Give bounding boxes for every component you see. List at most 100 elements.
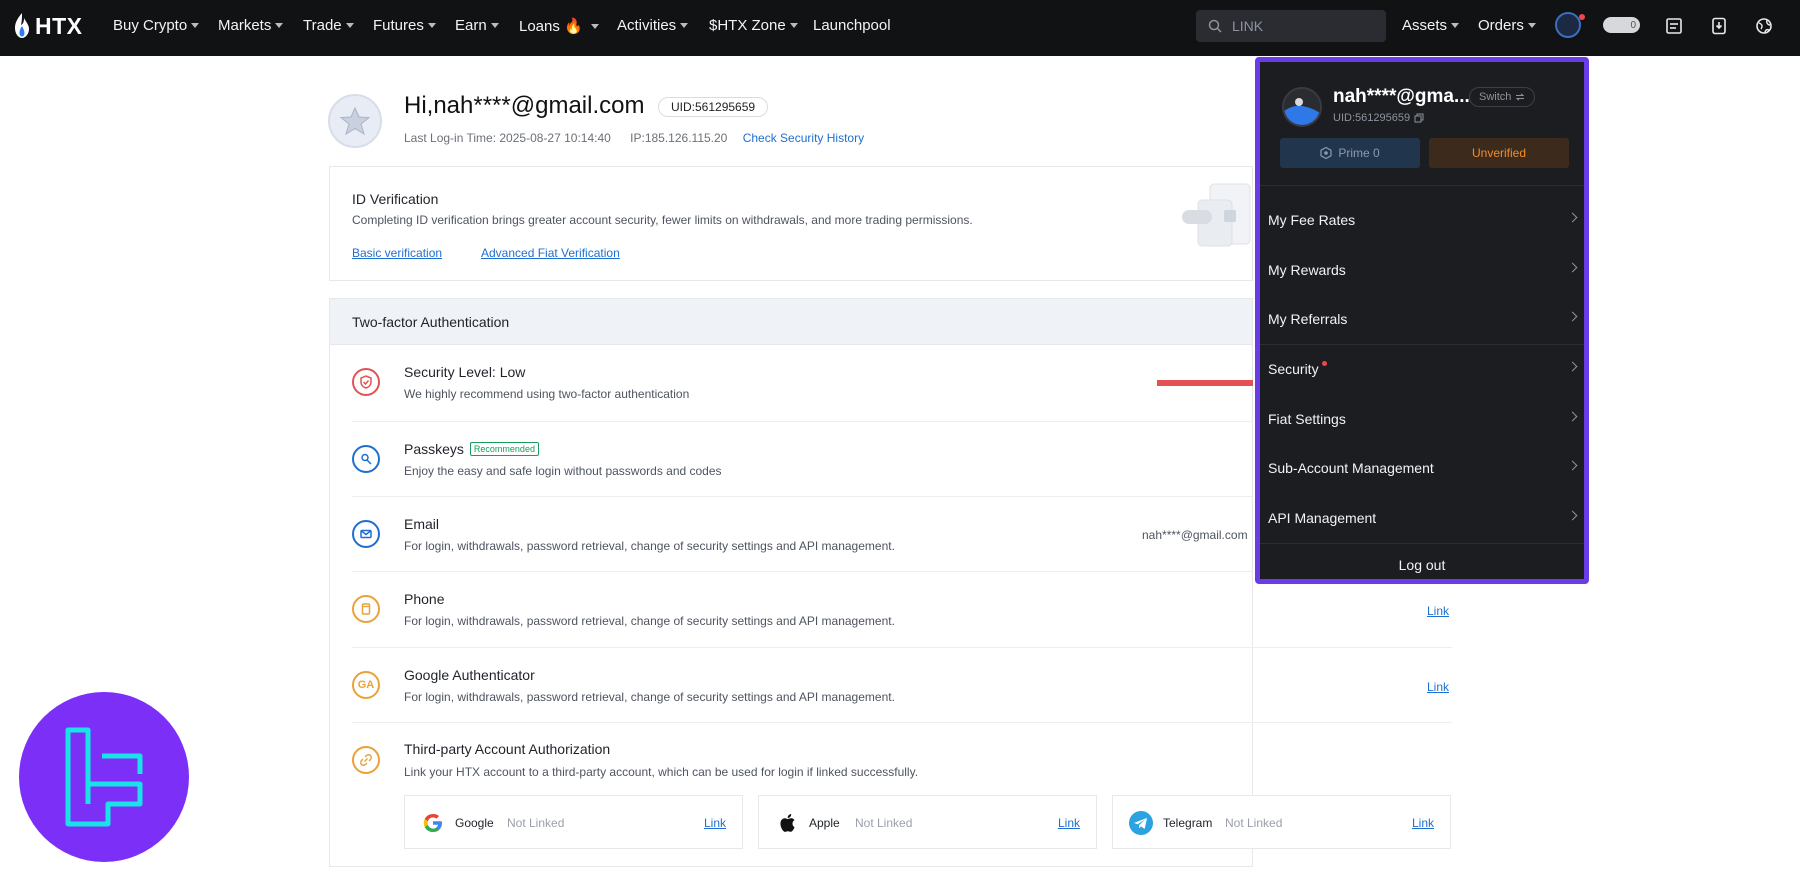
user-avatar-button[interactable] — [1555, 12, 1581, 38]
menu-item-fee-rates[interactable]: My Fee Rates — [1260, 200, 1584, 240]
security-shield-icon — [352, 368, 380, 396]
chevron-right-icon — [1567, 212, 1578, 223]
apple-icon — [775, 811, 799, 835]
telegram-label: Telegram — [1163, 816, 1213, 830]
search-input[interactable] — [1232, 18, 1372, 34]
nav-htx-zone[interactable]: $HTX Zone — [709, 17, 798, 34]
phone-link-button[interactable]: Link — [1427, 604, 1449, 618]
apple-link-button[interactable]: Link — [1058, 816, 1080, 830]
account-dropdown-menu: nah****@gma... UID:561295659 Switch Prim… — [1255, 57, 1589, 584]
menu-item-rewards[interactable]: My Rewards — [1260, 250, 1584, 290]
menu-item-label: My Rewards — [1268, 262, 1346, 278]
id-verification-description: Completing ID verification brings greate… — [352, 213, 973, 227]
recommended-badge: Recommended — [469, 442, 539, 456]
copy-icon[interactable] — [1414, 113, 1424, 123]
nav-earn[interactable]: Earn — [455, 17, 499, 34]
profile-avatar — [328, 94, 382, 148]
google-label: Google — [455, 816, 494, 830]
menu-item-referrals[interactable]: My Referrals — [1260, 299, 1584, 339]
prime-level-button[interactable]: Prime 0 — [1280, 138, 1420, 168]
language-globe-icon[interactable] — [1753, 15, 1775, 37]
passkey-icon — [352, 445, 380, 473]
row-title-text: Email — [404, 516, 440, 532]
google-authenticator-link-button[interactable]: Link — [1427, 680, 1449, 694]
security-level-title: Security Level: Low — [404, 364, 525, 380]
menu-item-label: API Management — [1268, 510, 1377, 526]
nav-label: Loans 🔥 — [519, 18, 583, 35]
nav-activities[interactable]: Activities — [617, 17, 689, 34]
chevron-down-icon — [1451, 23, 1460, 28]
chevron-right-icon — [1567, 411, 1578, 422]
switch-account-button[interactable]: Switch — [1469, 87, 1536, 107]
row-title-text: Phone — [404, 591, 445, 607]
notification-dot — [1579, 14, 1585, 20]
two-factor-card — [329, 345, 1253, 867]
row-divider — [352, 722, 1452, 723]
nav-markets[interactable]: Markets — [218, 17, 284, 34]
menu-item-label: My Referrals — [1268, 311, 1348, 327]
logo-text: HTX — [35, 12, 83, 39]
nav-label: Trade — [303, 17, 342, 34]
row-title-text: Google Authenticator — [404, 667, 535, 683]
google-link-button[interactable]: Link — [704, 816, 726, 830]
chevron-right-icon — [1567, 510, 1578, 521]
nav-label: Activities — [617, 17, 677, 34]
nav-label: Buy Crypto — [113, 17, 188, 34]
chevron-down-icon — [680, 23, 689, 28]
check-security-history-link[interactable]: Check Security History — [743, 131, 864, 145]
link-chain-icon — [352, 746, 380, 774]
search-icon — [1208, 19, 1222, 33]
menu-item-fiat-settings[interactable]: Fiat Settings — [1260, 399, 1584, 439]
menu-item-api-management[interactable]: API Management — [1260, 498, 1584, 538]
last-login-info: Last Log-in Time: 2025-08-27 10:14:40 IP… — [404, 131, 864, 145]
theme-toggle[interactable]: 0 — [1603, 17, 1640, 33]
nav-buy-crypto[interactable]: Buy Crypto — [113, 17, 200, 34]
flame-logo-icon — [15, 13, 29, 38]
basic-verification-link[interactable]: Basic verification — [352, 246, 442, 260]
page-title: Hi,nah****@gmail.com — [404, 92, 645, 119]
logout-button[interactable]: Log out — [1260, 557, 1584, 573]
nav-futures[interactable]: Futures — [373, 17, 436, 34]
nav-trade[interactable]: Trade — [303, 17, 354, 34]
security-alert-dot — [1321, 360, 1327, 366]
switch-label: Switch — [1479, 91, 1512, 103]
google-icon — [421, 811, 445, 835]
google-authenticator-title: Google Authenticator — [404, 667, 535, 683]
passkeys-title: Passkeys Recommended — [404, 441, 539, 457]
telegram-account-box: Telegram Not Linked Link — [1112, 795, 1451, 849]
nav-orders[interactable]: Orders — [1478, 17, 1536, 34]
search-box[interactable] — [1196, 10, 1386, 42]
toggle-value: 0 — [1630, 19, 1636, 31]
chevron-down-icon — [1527, 23, 1536, 28]
third-party-title: Third-party Account Authorization — [404, 741, 610, 757]
unverified-badge-button[interactable]: Unverified — [1429, 138, 1569, 168]
htx-logo[interactable]: HTX — [13, 12, 83, 40]
row-title-text: Third-party Account Authorization — [404, 741, 611, 757]
download-icon[interactable] — [1708, 15, 1730, 37]
chevron-down-icon — [490, 23, 499, 28]
menu-item-sub-account[interactable]: Sub-Account Management — [1260, 448, 1584, 488]
nav-label: Orders — [1478, 17, 1524, 34]
menu-item-security[interactable]: Security — [1260, 349, 1584, 389]
chevron-right-icon — [1567, 262, 1578, 273]
menu-item-label: Security — [1268, 361, 1319, 377]
advanced-fiat-verification-link[interactable]: Advanced Fiat Verification — [481, 246, 620, 260]
nav-launchpool[interactable]: Launchpool — [813, 17, 891, 34]
dropdown-username: nah****@gma... — [1333, 86, 1470, 107]
nav-assets[interactable]: Assets — [1402, 17, 1460, 34]
messages-icon[interactable] — [1663, 15, 1685, 37]
chevron-down-icon — [789, 23, 798, 28]
id-verification-illustration — [1182, 183, 1251, 247]
nav-label: Markets — [218, 17, 272, 34]
google-authenticator-desc: For login, withdrawals, password retriev… — [404, 690, 895, 704]
row-title-text: Passkeys — [404, 441, 464, 457]
chevron-down-icon — [345, 23, 354, 28]
apple-status: Not Linked — [855, 816, 913, 830]
email-title: Email — [404, 516, 439, 532]
nav-loans[interactable]: Loans 🔥 — [519, 17, 599, 35]
security-level-bar — [1157, 380, 1253, 386]
menu-divider — [1260, 344, 1584, 345]
security-level-desc: We highly recommend using two-factor aut… — [404, 387, 690, 401]
telegram-link-button[interactable]: Link — [1412, 816, 1434, 830]
menu-divider — [1260, 185, 1584, 186]
